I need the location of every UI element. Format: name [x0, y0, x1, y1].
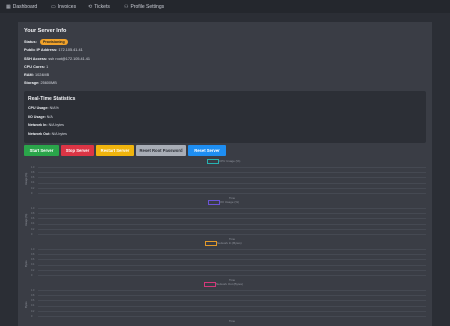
- nav-profile-settings[interactable]: ⚇ Profile Settings: [124, 3, 164, 11]
- reset-root-password-button[interactable]: Reset Root Password: [136, 145, 186, 156]
- y-tick-label: 0.8: [31, 171, 35, 174]
- storage-label: Storage:: [24, 81, 40, 85]
- legend-swatch[interactable]: [205, 241, 217, 246]
- y-tick-label: 0: [31, 314, 33, 318]
- ip-line: Public IP Address: 172.105.41.41: [24, 48, 83, 52]
- y-tick-label: 0.4: [31, 222, 35, 226]
- restart-server-button[interactable]: Restart Server: [96, 145, 134, 156]
- nav-invoices-label: Invoices: [57, 4, 77, 10]
- realtime-title: Real-Time Statistics: [28, 96, 76, 102]
- chart-3: Network In (Bytes) Bytes 1.0 0.8 0.6 0.4 0.2 0 T…: [24, 241, 426, 282]
- y-tick-label: 1.0: [31, 206, 35, 210]
- y-axis-label: Usage (%): [25, 172, 28, 185]
- y-tick-label: 0.6: [31, 258, 35, 262]
- chart-4: Network Out (Bytes) Bytes 1.0 0.8 0.6 0.4 0.2 0…: [24, 282, 426, 323]
- ssh-value: ssh root@172.105.41.41: [48, 56, 91, 61]
- y-tick-label: 1.0: [31, 247, 35, 251]
- stop-server-button[interactable]: Stop Server: [61, 145, 94, 156]
- chart-1: CPU Usage (%) Usage (%) 1.0 0.8 0.6 0.4 0.2 0 Ti…: [24, 159, 426, 200]
- y-tick-label: 0.2: [31, 268, 35, 272]
- io-usage-line: I/O Usage: N/A: [28, 115, 53, 119]
- chart-2: I/O Usage (%) Usage (%) 1.0 0.8 0.6 0.4 0.2 0 Ti…: [24, 200, 426, 241]
- network-in-line: Network In: N/A bytes: [28, 123, 64, 127]
- nav-tickets[interactable]: ⟲ Tickets: [88, 3, 110, 11]
- network-out-line: Network Out: N/A bytes: [28, 132, 67, 136]
- network-in-label: Network In:: [28, 123, 48, 127]
- nav-profile-settings-label: Profile Settings: [130, 4, 165, 10]
- y-tick-label: 0.8: [31, 294, 35, 297]
- cpu-cores-value: 1: [46, 65, 49, 69]
- start-server-button[interactable]: Start Server: [24, 145, 59, 156]
- y-axis-label: Bytes: [25, 260, 28, 268]
- legend-label: Network Out (Bytes): [216, 281, 244, 286]
- network-out-label: Network Out:: [28, 131, 51, 136]
- x-axis-label: Time: [229, 319, 236, 323]
- y-tick-label: 0: [31, 191, 33, 195]
- legend-swatch[interactable]: [204, 282, 216, 287]
- io-usage-value: N/A: [46, 114, 53, 119]
- ram-line: RAM: 1024MB: [24, 73, 49, 77]
- y-tick-label: 0.2: [31, 309, 35, 313]
- y-axis-label: Bytes: [25, 301, 28, 309]
- y-tick-label: 0: [31, 232, 33, 236]
- y-tick-label: 0.4: [31, 263, 35, 267]
- ip-value: 172.105.41.41: [58, 48, 83, 52]
- cpu-usage-value: N/A%: [49, 106, 59, 110]
- server-info-title: Your Server Info: [24, 28, 67, 34]
- y-tick-label: 0.8: [31, 212, 35, 215]
- ip-label: Public IP Address:: [24, 48, 58, 52]
- y-tick-label: 0.2: [31, 186, 35, 190]
- network-out-value: N/A bytes: [51, 131, 67, 136]
- legend-swatch[interactable]: [208, 200, 220, 205]
- y-tick-label: 0.4: [31, 304, 35, 308]
- nav-tickets-label: Tickets: [94, 4, 110, 10]
- legend-label: Network In (Bytes): [217, 240, 242, 245]
- status-line: Status: Provisioning: [24, 39, 68, 45]
- cpu-usage-label: CPU Usage:: [28, 106, 49, 110]
- status-label: Status:: [24, 40, 37, 44]
- nav-dashboard[interactable]: ▦ Dashboard: [6, 3, 37, 11]
- legend-label: CPU Usage (%): [219, 158, 241, 163]
- user-icon: ⚇: [124, 4, 129, 10]
- cpu-usage-line: CPU Usage: N/A%: [28, 106, 59, 110]
- io-usage-label: I/O Usage:: [28, 114, 46, 119]
- ram-label: RAM:: [24, 73, 34, 77]
- cpu-cores-label: CPU Cores:: [24, 65, 46, 69]
- y-tick-label: 0.8: [31, 253, 35, 256]
- nav-invoices[interactable]: ▭ Invoices: [51, 3, 76, 11]
- y-tick-label: 1.0: [31, 288, 35, 292]
- storage-value: 25600MB: [40, 81, 57, 85]
- y-tick-label: 0.4: [31, 181, 35, 185]
- y-tick-label: 1.0: [31, 165, 35, 169]
- y-tick-label: 0.6: [31, 176, 35, 180]
- nav-dashboard-label: Dashboard: [12, 4, 38, 10]
- top-navigation: ▦ Dashboard ▭ Invoices ⟲ Tickets ⚇ Profi…: [0, 0, 450, 13]
- ticket-icon: ⟲: [88, 4, 93, 10]
- y-tick-label: 0.2: [31, 227, 35, 231]
- network-in-value: N/A bytes: [48, 123, 64, 127]
- realtime-stats-card: Real-Time Statistics CPU Usage: N/A% I/O…: [24, 91, 426, 143]
- reset-server-button[interactable]: Reset Server: [188, 145, 226, 156]
- y-tick-label: 0: [31, 273, 33, 277]
- legend-label: I/O Usage (%): [220, 199, 240, 204]
- status-badge: Provisioning: [39, 39, 68, 45]
- y-axis-label: Usage (%): [25, 213, 28, 226]
- dashboard-icon: ▦: [6, 4, 11, 10]
- ssh-label: SSH Access:: [24, 56, 48, 61]
- cpu-cores-line: CPU Cores: 1: [24, 65, 48, 69]
- ssh-line: SSH Access: ssh root@172.105.41.41: [24, 57, 90, 61]
- ram-value: 1024MB: [34, 73, 50, 77]
- legend-swatch[interactable]: [207, 159, 219, 164]
- y-tick-label: 0.6: [31, 299, 35, 303]
- y-tick-label: 0.6: [31, 217, 35, 221]
- invoice-icon: ▭: [51, 4, 56, 10]
- storage-line: Storage: 25600MB: [24, 81, 57, 85]
